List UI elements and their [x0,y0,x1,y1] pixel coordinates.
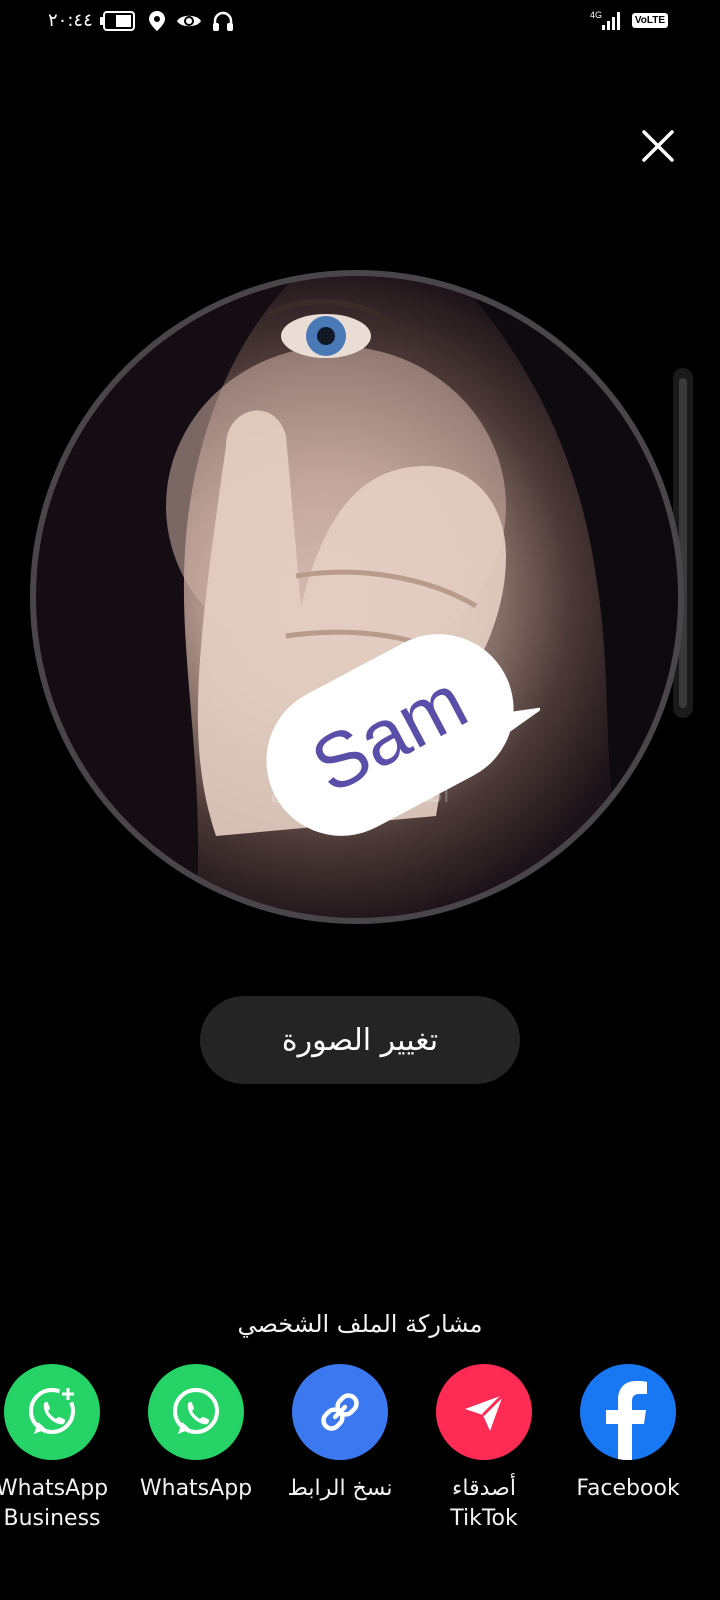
svg-text:4G: 4G [590,10,602,20]
scrollbar-thumb[interactable] [679,378,687,708]
eye-icon [177,15,201,27]
share-label: WhatsApp Business [0,1476,109,1531]
share-profile-title: مشاركة الملف الشخصي [237,1310,483,1338]
volte-badge: VoLTE [631,12,668,28]
location-icon [149,11,165,31]
share-targets: WhatsApp Business WhatsApp نسخ الرابط أص… [0,1364,720,1564]
share-whatsapp[interactable]: WhatsApp [121,1364,271,1504]
share-label: نسخ الرابط [287,1476,393,1501]
status-bar: ٢٠:٤٤ 4G VoLTE [0,0,720,46]
sam-sticker: Sam [266,634,540,836]
share-whatsapp-business[interactable]: WhatsApp Business [0,1364,127,1534]
status-time: ٢٠:٤٤ [48,10,93,31]
link-icon [292,1364,388,1460]
send-icon [436,1364,532,1460]
close-icon [642,130,674,162]
change-photo-button[interactable]: تغيير الصورة [200,996,520,1084]
share-label: أصدقاء TikTok [450,1476,518,1531]
share-tiktok-friends[interactable]: أصدقاء TikTok [409,1364,559,1534]
signal-icon: 4G [590,10,620,30]
whatsapp-icon [148,1364,244,1460]
facebook-icon [580,1364,676,1460]
battery-icon [100,11,135,31]
headphones-icon [213,11,233,31]
share-copy-link[interactable]: نسخ الرابط [265,1364,415,1504]
share-facebook[interactable]: Facebook [553,1364,703,1504]
share-label: WhatsApp [139,1476,253,1501]
close-button[interactable] [636,124,680,168]
share-label: Facebook [576,1476,680,1501]
whatsapp-business-icon [4,1364,100,1460]
